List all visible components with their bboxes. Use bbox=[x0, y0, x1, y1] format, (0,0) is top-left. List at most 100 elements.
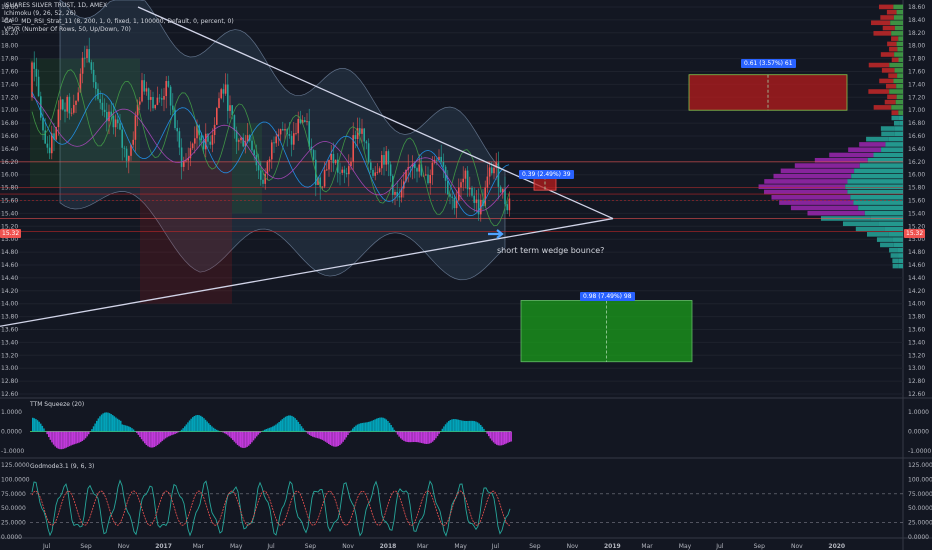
volume-profile-bar bbox=[890, 253, 899, 258]
wedge-annotation[interactable]: short term wedge bounce? bbox=[497, 246, 604, 255]
candle-body bbox=[323, 169, 326, 187]
volume-profile-bar bbox=[851, 173, 903, 179]
ttm-bar bbox=[150, 431, 152, 448]
volume-profile-bar bbox=[880, 242, 894, 248]
ttm-bar bbox=[49, 431, 52, 440]
ttm-bar bbox=[412, 431, 415, 443]
ttm-bar bbox=[385, 419, 388, 432]
price-axis-label: 16.40 bbox=[908, 146, 925, 153]
ttm-bar bbox=[288, 415, 290, 432]
candle-body bbox=[216, 108, 218, 125]
ttm-bar bbox=[467, 420, 469, 432]
ttm-bar bbox=[416, 431, 418, 443]
godmode-axis-label: 125.0000 bbox=[908, 462, 932, 469]
price-axis-label: 17.20 bbox=[908, 94, 925, 101]
volume-profile-bar bbox=[859, 163, 903, 168]
godmode-title[interactable]: Godmode3.1 (9, 6, 3) bbox=[30, 463, 94, 470]
candle-body bbox=[284, 129, 286, 131]
price-axis-label: 15.80 bbox=[908, 185, 925, 192]
ichimoku-cloud bbox=[30, 58, 140, 188]
volume-profile-bar bbox=[887, 41, 897, 47]
candle-body bbox=[81, 57, 84, 74]
ttm-bar bbox=[340, 431, 343, 444]
volume-profile-bar bbox=[893, 120, 900, 126]
candle-body bbox=[453, 197, 456, 209]
ttm-bar bbox=[62, 431, 64, 449]
legend-strategy[interactable]: CA___MD_RSI_Strat_11 (8, 200, 1, 0, fixe… bbox=[4, 18, 234, 26]
legend-ichimoku[interactable]: Ichimoku (9, 26, 52, 26) bbox=[4, 10, 234, 18]
ttm-bar bbox=[75, 431, 77, 444]
candle-body bbox=[92, 69, 95, 83]
ttm-axis-label: 0.0000 bbox=[908, 429, 929, 436]
ttm-bar bbox=[328, 431, 330, 444]
time-axis-label: Jul bbox=[42, 543, 51, 550]
ttm-bar bbox=[425, 431, 428, 444]
candle-body bbox=[475, 199, 478, 203]
candle-body bbox=[46, 143, 49, 148]
ttm-bar bbox=[438, 431, 440, 434]
price-axis-label: 12.60 bbox=[908, 391, 925, 398]
candle-body bbox=[295, 133, 297, 135]
ttm-bar bbox=[113, 416, 116, 432]
candle-body bbox=[40, 96, 42, 118]
legend-symbol[interactable]: ISHARES SILVER TRUST, 1D, AMEX bbox=[4, 2, 234, 10]
ttm-bar bbox=[284, 416, 287, 432]
candle-body bbox=[260, 170, 262, 180]
ttm-bar bbox=[198, 415, 200, 432]
candle-body bbox=[180, 147, 183, 167]
candle-body bbox=[493, 167, 495, 174]
candle-body bbox=[119, 123, 121, 130]
candle-body bbox=[385, 151, 387, 165]
price-axis-label: 18.00 bbox=[908, 43, 925, 50]
ttm-bar bbox=[401, 431, 404, 440]
candle-body bbox=[121, 129, 123, 148]
short-position-badge[interactable]: 0.39 (2.49%) 39 bbox=[519, 170, 574, 179]
price-axis-label-left: 16.40 bbox=[1, 146, 18, 153]
upper-long-badge[interactable]: 0.61 (3.57%) 61 bbox=[741, 59, 796, 68]
ttm-bar bbox=[457, 419, 460, 432]
ttm-bar bbox=[209, 424, 212, 432]
ttm-bar bbox=[353, 426, 356, 432]
candle-body bbox=[75, 100, 77, 105]
volume-profile-bar bbox=[898, 110, 903, 115]
price-axis-label: 14.60 bbox=[908, 262, 925, 269]
ttm-bar bbox=[502, 431, 504, 445]
volume-profile-bar bbox=[779, 200, 854, 205]
ttm-bar bbox=[54, 431, 56, 447]
ttm-bar bbox=[214, 428, 216, 432]
ttm-bar bbox=[155, 431, 157, 447]
price-axis-label-left: 15.80 bbox=[1, 185, 18, 192]
price-axis-label-left: 13.00 bbox=[1, 365, 18, 372]
candle-body bbox=[163, 96, 165, 100]
ichimoku-cloud bbox=[140, 161, 232, 304]
volume-profile-bar bbox=[893, 15, 903, 20]
ttm-bar bbox=[96, 420, 98, 432]
ttm-bar bbox=[297, 421, 300, 432]
lower-long-badge[interactable]: 0.98 (7.49%) 98 bbox=[580, 292, 635, 301]
ttm-bar bbox=[59, 431, 61, 450]
candle-body bbox=[70, 112, 73, 114]
ttm-bar bbox=[494, 431, 496, 444]
ttm-bar bbox=[156, 431, 159, 446]
ttm-bar bbox=[281, 419, 284, 432]
candle-body bbox=[348, 166, 350, 175]
ttm-bar bbox=[348, 431, 351, 433]
volume-profile-bar bbox=[864, 210, 903, 216]
candle-body bbox=[359, 128, 361, 134]
ttm-bar bbox=[123, 424, 125, 432]
volume-profile-bar bbox=[880, 52, 895, 57]
ttm-bar bbox=[246, 431, 248, 447]
candle-body bbox=[365, 141, 368, 144]
candle-body bbox=[363, 128, 365, 142]
ttm-bar bbox=[144, 431, 146, 444]
godmode-axis-label-left: 75.0000 bbox=[1, 491, 26, 498]
candle-body bbox=[425, 174, 427, 176]
legend-vpvr[interactable]: VPVR (Number Of Rows, 50, Up/Down, 70) bbox=[4, 26, 234, 34]
time-axis-label: May bbox=[230, 543, 243, 550]
ttm-squeeze-title[interactable]: TTM Squeeze (20) bbox=[30, 401, 84, 408]
candle-body bbox=[73, 104, 75, 113]
volume-profile-bar bbox=[889, 62, 903, 68]
candle-body bbox=[62, 99, 64, 110]
candle-body bbox=[266, 161, 269, 174]
ttm-bar bbox=[308, 431, 311, 435]
